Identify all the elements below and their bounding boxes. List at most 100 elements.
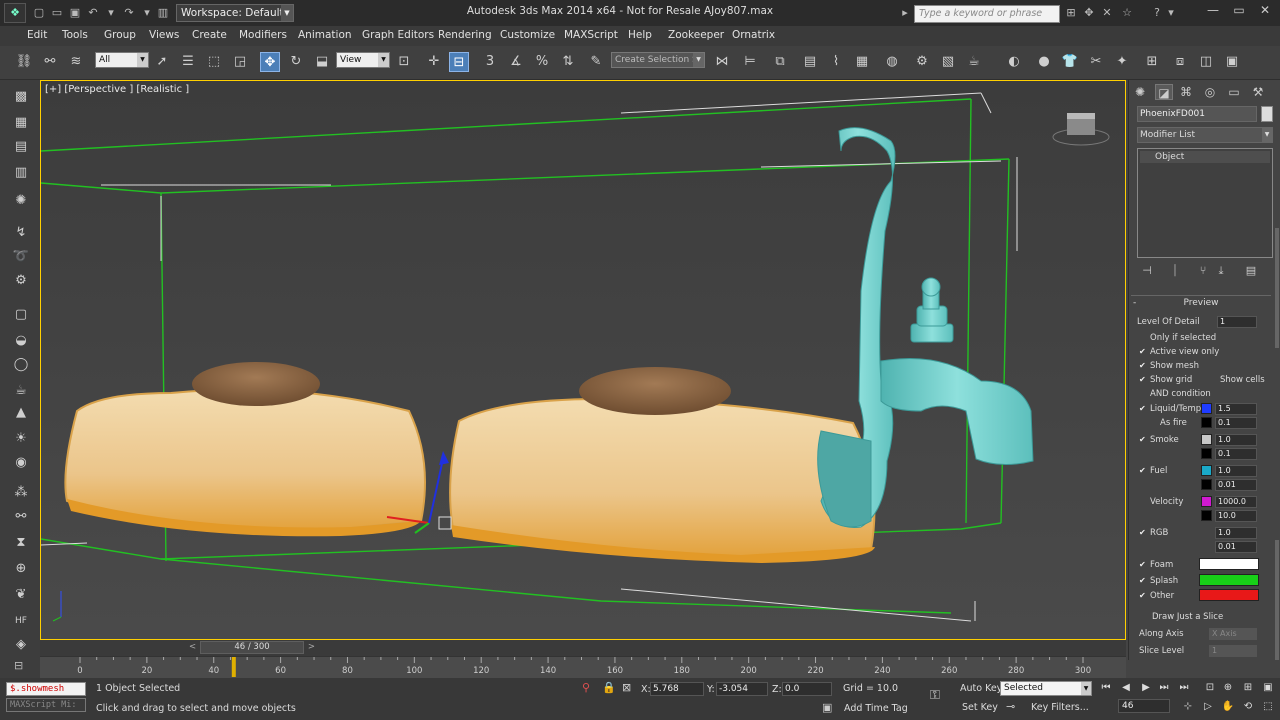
render-misc-icon[interactable]: ◈	[11, 636, 31, 654]
isolate-selection-icon[interactable]: ⚲	[582, 681, 590, 694]
along-axis-dropdown[interactable]: X Axis	[1209, 628, 1257, 640]
teapot-icon[interactable]: ☕	[11, 382, 31, 400]
app-logo-icon[interactable]: ❖	[4, 3, 26, 23]
velocity-threshold-spinner[interactable]: 1000.0	[1215, 496, 1257, 508]
absolute-mode-icon[interactable]: ⊠	[622, 681, 631, 694]
maximize-toggle-icon[interactable]: ▣	[1260, 681, 1276, 695]
sphere-icon[interactable]: ●	[1034, 52, 1054, 72]
manipulate-icon[interactable]: ✛	[424, 52, 444, 72]
object-color-swatch[interactable]	[1261, 106, 1273, 122]
save-file-icon[interactable]: ▣	[68, 6, 82, 20]
particles-icon[interactable]: ⁂	[11, 484, 31, 502]
workspace-dropdown[interactable]: Workspace: Default ▼	[176, 4, 294, 22]
panel-scrollbar[interactable]	[1275, 228, 1279, 348]
current-frame-field[interactable]: 46	[1118, 699, 1170, 713]
prev-frame-arrow-icon[interactable]: <	[189, 642, 196, 653]
maxscript-output[interactable]: MAXScript Mi:	[6, 698, 86, 712]
liquid-color-swatch-2[interactable]	[1201, 417, 1212, 428]
liquid-temp-checkbox[interactable]: ✔	[1139, 405, 1147, 413]
fuel-color-swatch-2[interactable]	[1201, 479, 1212, 490]
edit-named-selection-icon[interactable]: ✎	[586, 52, 606, 72]
fuel-threshold-spinner[interactable]: 1.0	[1215, 465, 1257, 477]
x-coordinate-field[interactable]: 5.768	[650, 682, 704, 696]
play-icon[interactable]: ▶	[1138, 681, 1154, 695]
foliage-icon[interactable]: ❦	[11, 586, 31, 604]
reference-coordinate-dropdown[interactable]: View ▼	[336, 52, 390, 68]
curve-editor-icon[interactable]: ⌇	[826, 52, 846, 72]
orbit-icon[interactable]: ⟲	[1240, 700, 1256, 714]
rgb-opacity-spinner[interactable]: 0.01	[1215, 541, 1257, 553]
time-slider-thumb[interactable]: < 46 / 300 >	[189, 641, 315, 654]
rgb-threshold-spinner[interactable]: 1.0	[1215, 527, 1257, 539]
menu-animation[interactable]: Animation	[298, 29, 352, 41]
snaps-toggle-icon[interactable]: 3	[480, 52, 500, 72]
search-expand-icon[interactable]: ▸	[898, 6, 912, 20]
pan-view-icon[interactable]: ⊹	[1180, 700, 1196, 714]
panel-scrollbar-lower[interactable]	[1275, 540, 1279, 660]
container-icon[interactable]: ⊞	[1142, 52, 1162, 72]
shirt-icon[interactable]: 👕	[1060, 52, 1080, 72]
menu-edit[interactable]: Edit	[27, 29, 47, 41]
angle-snap-icon[interactable]: ∡	[506, 52, 526, 72]
selection-filter-dropdown[interactable]: All ▼	[95, 52, 149, 68]
show-cells-checkbox[interactable]	[1209, 376, 1217, 384]
liquid-temp-threshold-spinner[interactable]: 1.5	[1215, 403, 1257, 415]
create-plane-icon[interactable]: ▦	[11, 114, 31, 132]
fuel-checkbox[interactable]: ✔	[1139, 467, 1147, 475]
new-file-icon[interactable]: ▢	[32, 6, 46, 20]
align-icon[interactable]: ⊨	[740, 52, 760, 72]
subscription-icon[interactable]: ✥	[1082, 6, 1096, 20]
maximize-viewport-icon[interactable]: ⬚	[1260, 700, 1276, 714]
draw-slice-checkbox[interactable]	[1141, 613, 1149, 621]
go-to-end-icon[interactable]: ⏭	[1176, 681, 1192, 695]
material-editor-icon[interactable]: ◍	[882, 52, 902, 72]
hair-icon[interactable]: ✂	[1086, 52, 1106, 72]
menu-modifiers[interactable]: Modifiers	[239, 29, 287, 41]
extra-tool-2-icon[interactable]: ▣	[1222, 52, 1242, 72]
time-tag-icon[interactable]: ▣	[822, 701, 832, 714]
pivot-center-icon[interactable]: ⊡	[394, 52, 414, 72]
only-if-selected-checkbox[interactable]	[1139, 334, 1147, 342]
y-coordinate-field[interactable]: -3.054	[716, 682, 768, 696]
redo-dropdown-icon[interactable]: ▾	[140, 6, 154, 20]
zoom-icon[interactable]: ⊕	[1220, 681, 1236, 695]
select-object-icon[interactable]: ➚	[152, 52, 172, 72]
lights-icon[interactable]: ✺	[11, 192, 31, 210]
redo-icon[interactable]: ↷	[122, 6, 136, 20]
modifier-list-dropdown[interactable]: Modifier List ▼	[1137, 127, 1273, 143]
smoke-color-swatch[interactable]	[1201, 434, 1212, 445]
smoke-threshold-spinner[interactable]: 1.0	[1215, 434, 1257, 446]
go-to-start-icon[interactable]: ⏮	[1098, 681, 1114, 695]
smoke-opacity-spinner[interactable]: 0.1	[1215, 448, 1257, 460]
open-file-icon[interactable]: ▭	[50, 6, 64, 20]
add-time-tag-button[interactable]: Add Time Tag	[844, 703, 908, 714]
active-view-only-checkbox[interactable]: ✔	[1139, 348, 1147, 356]
link-icon[interactable]: ⛓	[14, 52, 34, 72]
spacewarps-icon[interactable]: ➰	[11, 248, 31, 266]
auto-key-button[interactable]: Auto Key	[960, 683, 1002, 694]
object-name-field[interactable]: PhoenixFD001	[1137, 106, 1257, 122]
next-frame-icon[interactable]: ⏭	[1156, 681, 1172, 695]
splash-color-swatch[interactable]	[1199, 574, 1259, 586]
binoculars-icon[interactable]: ⊞	[1064, 6, 1078, 20]
key-mode-icon[interactable]: ⊸	[1006, 700, 1015, 713]
viewcube[interactable]	[1052, 113, 1110, 146]
menu-customize[interactable]: Customize	[500, 29, 555, 41]
sun-icon[interactable]: ☀	[11, 430, 31, 448]
foam-checkbox[interactable]: ✔	[1139, 561, 1147, 569]
viewport-label[interactable]: [+] [Perspective ] [Realistic ]	[45, 84, 189, 95]
graphite-ribbon-icon[interactable]: ▤	[800, 52, 820, 72]
velocity-opacity-spinner[interactable]: 10.0	[1215, 510, 1257, 522]
render-iterative-icon[interactable]: ◐	[1004, 52, 1024, 72]
help-dropdown-icon[interactable]: ▾	[1164, 6, 1178, 20]
manage-layers-icon[interactable]: ⧉	[770, 52, 790, 72]
menu-rendering[interactable]: Rendering	[438, 29, 492, 41]
preview-rollout-header[interactable]: - Preview	[1131, 298, 1271, 308]
filmstrip-icon[interactable]: ⊟	[14, 659, 23, 672]
select-and-rotate-icon[interactable]: ↻	[286, 52, 306, 72]
hand-pan-icon[interactable]: ✋	[1220, 700, 1236, 714]
selection-lock-icon[interactable]: 🔒	[602, 681, 616, 694]
ornatrix-icon[interactable]: ⧈	[1170, 52, 1190, 72]
fuel-color-swatch[interactable]	[1201, 465, 1212, 476]
field-of-view-icon[interactable]: ▷	[1200, 700, 1216, 714]
